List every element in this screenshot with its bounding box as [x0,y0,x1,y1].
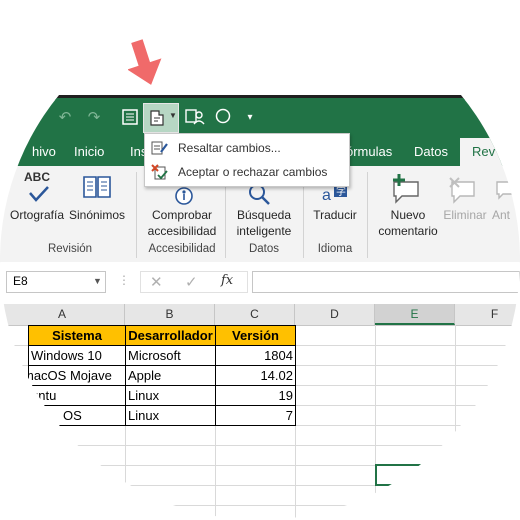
group-revision: Revisión [47,243,93,255]
table-cell[interactable]: 7 [215,405,296,426]
group-idioma: Idioma [317,243,353,255]
tab-formulas[interactable]: órmulas [346,138,392,166]
column-header-c[interactable]: C [215,304,295,325]
table-cell[interactable]: OS [28,405,126,426]
previous-comment-icon[interactable] [495,178,515,202]
formula-controls: ✕ ✓ fx [140,271,248,293]
spelling-button[interactable]: ABC [24,170,54,208]
ribbon-separator [367,172,368,258]
checkmark-icon [29,186,49,202]
previous-label: Ant [492,208,511,222]
formula-input[interactable] [252,271,520,293]
new-comment-label-2: comentario [378,224,438,238]
circle-shape-icon[interactable] [213,108,233,128]
column-header-a[interactable]: A [0,304,125,325]
form-icon[interactable] [120,108,140,128]
accept-reject-icon [151,164,168,180]
column-header-d[interactable]: D [295,304,375,325]
tab-inicio[interactable]: Inicio [74,138,104,166]
table-cell[interactable]: Microsoft [125,345,216,366]
cancel-icon[interactable]: ✕ [150,273,163,291]
customize-qat-icon[interactable]: ▾ [244,108,256,128]
gridline [0,505,520,506]
highlight-changes-icon [151,141,168,155]
group-datos: Datos [248,243,280,255]
pointer-arrow-icon [128,39,162,85]
name-box-value: E8 [13,274,28,288]
column-header-b[interactable]: B [125,304,215,325]
table-header-version[interactable]: Versión [215,325,296,346]
table-cell[interactable]: Windows 10 [28,345,126,366]
menu-item-label: Resaltar cambios... [178,141,281,155]
table-cell[interactable]: Linux [125,405,216,426]
gridline [455,325,456,520]
thesaurus-book-icon[interactable] [82,174,112,200]
delete-comment-icon[interactable] [448,176,478,204]
insert-function-icon[interactable]: fx [221,273,233,288]
gridline [0,445,520,446]
gridline [375,325,376,520]
accessibility-icon[interactable] [168,186,198,206]
tab-revisar[interactable]: Rev [472,138,495,166]
smart-lookup-label-2: inteligente [236,224,292,238]
check-accessibility-label-1: Comprobar [151,208,213,222]
svg-text:a: a [322,187,331,204]
group-accesibilidad: Accesibilidad [148,243,216,255]
new-comment-label-1: Nuevo [390,208,426,222]
menu-item-highlight-changes[interactable]: Resaltar cambios... [145,137,349,159]
ribbon-separator [136,172,137,258]
table-cell[interactable]: macOS Mojave [28,365,126,386]
table-cell[interactable]: 19 [215,385,296,406]
enter-icon[interactable]: ✓ [185,273,198,291]
track-changes-menu: Resaltar cambios... Aceptar o rechazar c… [144,133,350,187]
tab-datos[interactable]: Datos [414,138,448,166]
circular-viewport: ↶ ↷ ▼ ▾ hivo Inicio Ins órmulas Datos Re… [0,0,520,520]
menu-item-label: Aceptar o rechazar cambios [178,165,328,179]
quick-access-toolbar [0,98,520,138]
table-header-desarrollador[interactable]: Desarrollador [125,325,216,346]
dropdown-caret-icon: ▼ [169,111,177,120]
splitter-dots-icon[interactable]: ⋮ [118,273,130,287]
table-cell[interactable]: Apple [125,365,216,386]
check-accessibility-label-2: accesibilidad [147,224,217,238]
share-workbook-icon[interactable] [184,108,206,128]
new-comment-icon[interactable] [390,174,422,204]
track-changes-icon [150,110,164,126]
undo-icon[interactable]: ↶ [55,108,75,128]
table-cell[interactable]: untu [28,385,126,406]
table-cell[interactable]: 1804 [215,345,296,366]
tab-archivo[interactable]: hivo [32,138,56,166]
name-box-dropdown-icon[interactable]: ▼ [93,276,102,286]
delete-label: Eliminar [443,208,487,222]
redo-icon[interactable]: ↷ [84,108,104,128]
table-header-sistema[interactable]: Sistema [28,325,126,346]
selected-cell[interactable] [375,464,455,486]
column-header-f[interactable]: F [455,304,520,325]
spelling-label: Ortografía [9,208,65,222]
smart-lookup-label-1: Búsqueda [236,208,292,222]
thesaurus-label: Sinónimos [68,208,126,222]
track-changes-button[interactable]: ▼ [143,103,179,133]
table-cell[interactable]: 14.02 [215,365,296,386]
abc-label: ABC [24,170,50,184]
column-header-e[interactable]: E [375,304,455,325]
menu-item-accept-reject[interactable]: Aceptar o rechazar cambios [145,161,349,183]
translate-label: Traducir [313,208,357,222]
name-box[interactable]: E8 ▼ [6,271,106,293]
table-cell[interactable]: Linux [125,385,216,406]
